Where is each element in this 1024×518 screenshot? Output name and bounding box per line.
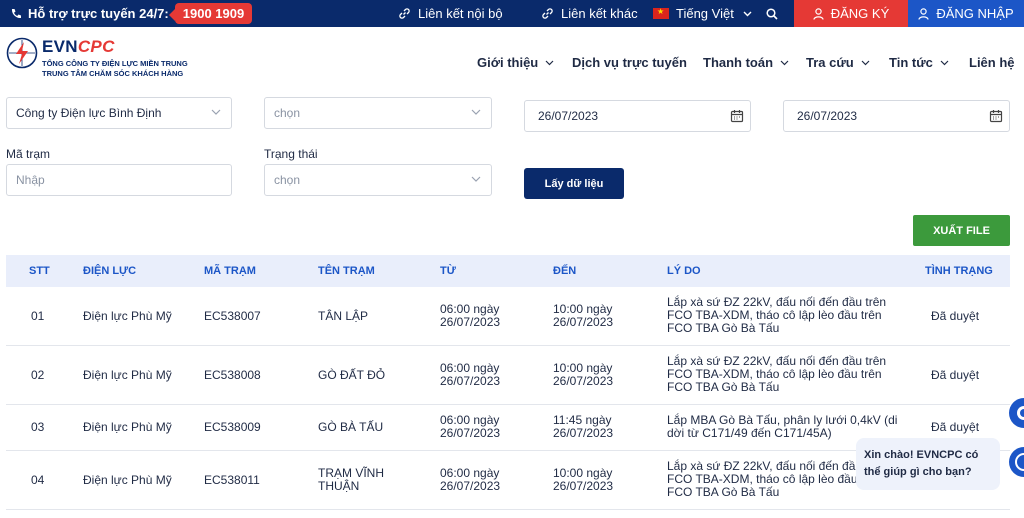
export-file-button[interactable]: XUẤT FILE xyxy=(913,215,1010,246)
chevron-down-icon xyxy=(780,60,789,65)
chevron-down-icon xyxy=(743,11,752,16)
col-status: TÌNH TRẠNG xyxy=(925,265,993,277)
col-station-name: TÊN TRẠM xyxy=(318,265,375,277)
search-button[interactable] xyxy=(766,0,785,27)
col-station-code: MÃ TRẠM xyxy=(204,265,256,277)
nav-lookup[interactable]: Tra cứu xyxy=(806,55,870,70)
link-icon xyxy=(542,8,553,19)
chat-greeting-line-1: Xin chào! EVNCPC có xyxy=(864,449,979,461)
chevron-down-icon xyxy=(861,60,870,65)
messenger-icon xyxy=(1015,453,1024,471)
brand-name: EVNCPC xyxy=(42,37,115,56)
chevron-down-icon xyxy=(211,109,221,115)
vietnam-flag-icon xyxy=(653,7,669,19)
language-selector[interactable]: Tiếng Việt xyxy=(653,0,759,27)
nav-news[interactable]: Tin tức xyxy=(889,55,949,70)
col-power-unit: ĐIỆN LỰC xyxy=(83,265,137,277)
register-label: ĐĂNG KÝ xyxy=(830,6,890,21)
hotline-label: Hỗ trợ trực tuyến 24/7: xyxy=(28,6,169,21)
link-icon xyxy=(399,8,410,19)
top-bar: Hỗ trợ trực tuyến 24/7: 1900 1909 Liên k… xyxy=(0,0,1024,27)
status-select[interactable]: chọn xyxy=(264,164,492,196)
nav-intro[interactable]: Giới thiệu xyxy=(477,55,554,70)
other-links-label: Liên kết khác xyxy=(561,6,638,21)
chevron-down-icon xyxy=(471,176,481,182)
calendar-icon[interactable] xyxy=(730,109,744,123)
chevron-down-icon xyxy=(471,109,481,115)
chat-greeting-line-2: thể giúp gì cho bạn? xyxy=(864,466,972,478)
station-code-input[interactable]: Nhập xyxy=(6,164,232,196)
to-date-input[interactable]: 26/07/2023 xyxy=(783,100,1010,132)
table-row: 02 Điện lực Phù Mỹ EC538008 GÒ ĐẤT ĐỎ 06… xyxy=(6,346,1010,405)
col-from: TỪ xyxy=(440,265,456,277)
hotline: Hỗ trợ trực tuyến 24/7: 1900 1909 xyxy=(10,0,253,27)
status-label: Trạng thái xyxy=(264,147,318,161)
site-header: EVNCPC TỔNG CÔNG TY ĐIỆN LỰC MIỀN TRUNG … xyxy=(0,27,1024,97)
col-reason: LÝ DO xyxy=(667,265,701,277)
table-row: 01 Điện lực Phù Mỹ EC538007 TÂN LẬP 06:0… xyxy=(6,287,1010,346)
user-icon xyxy=(918,7,929,20)
chevron-down-icon xyxy=(940,60,949,65)
login-label: ĐĂNG NHẬP xyxy=(936,6,1014,21)
logo-subtitle-1: TỔNG CÔNG TY ĐIỆN LỰC MIỀN TRUNG xyxy=(42,59,188,68)
hotline-number[interactable]: 1900 1909 xyxy=(168,3,253,24)
table-header: STT ĐIỆN LỰC MÃ TRẠM TÊN TRẠM TỪ ĐẾN LÝ … xyxy=(6,255,1010,287)
phone-icon xyxy=(11,8,21,18)
from-date-input[interactable]: 26/07/2023 xyxy=(524,100,751,132)
logo-subtitle-2: TRUNG TÂM CHĂM SÓC KHÁCH HÀNG xyxy=(42,69,184,78)
fetch-data-button[interactable]: Lấy dữ liệu xyxy=(524,168,624,199)
chat-icon xyxy=(1017,406,1024,420)
internal-links[interactable]: Liên kết nội bộ xyxy=(398,0,503,27)
nav-online-services[interactable]: Dịch vụ trực tuyến xyxy=(572,55,687,70)
station-code-label: Mã trạm xyxy=(6,147,51,161)
login-button[interactable]: ĐĂNG NHẬP xyxy=(908,0,1024,27)
nav-contact[interactable]: Liên hệ xyxy=(969,55,1015,70)
chat-launcher-button[interactable] xyxy=(1009,398,1024,428)
language-label: Tiếng Việt xyxy=(676,6,734,21)
evncpc-logo[interactable]: EVNCPC TỔNG CÔNG TY ĐIỆN LỰC MIỀN TRUNG … xyxy=(6,37,188,79)
register-button[interactable]: ĐĂNG KÝ xyxy=(794,0,908,27)
chevron-down-icon xyxy=(545,60,554,65)
nav-payment[interactable]: Thanh toán xyxy=(703,55,789,70)
messenger-button[interactable] xyxy=(1009,447,1024,477)
internal-links-label: Liên kết nội bộ xyxy=(418,6,503,21)
search-icon xyxy=(766,7,778,20)
unit-select[interactable]: chọn xyxy=(264,97,492,129)
calendar-icon[interactable] xyxy=(989,109,1003,123)
col-to: ĐẾN xyxy=(553,265,577,277)
evn-logo-icon xyxy=(6,37,38,69)
other-links[interactable]: Liên kết khác xyxy=(541,0,638,27)
user-icon xyxy=(813,7,824,20)
company-select[interactable]: Công ty Điện lực Bình Định xyxy=(6,97,232,129)
chat-greeting-bubble[interactable]: Xin chào! EVNCPC có thể giúp gì cho bạn? xyxy=(856,438,1000,490)
col-stt: STT xyxy=(29,265,50,277)
